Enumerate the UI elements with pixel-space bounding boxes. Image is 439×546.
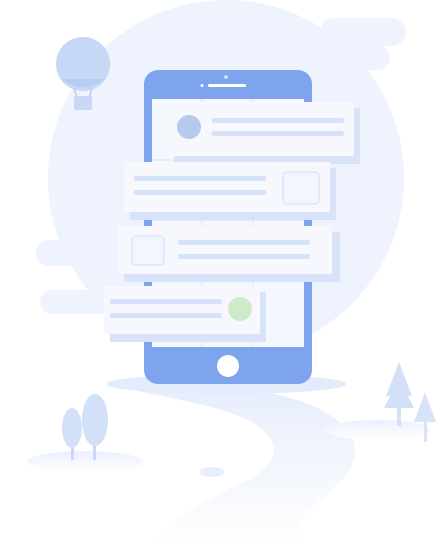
phone-home-button: [217, 355, 239, 377]
list-card-avatar: [168, 102, 360, 164]
list-card-checkbox-left: [118, 226, 340, 282]
empty-state-illustration: [0, 0, 439, 546]
cloud-top-right: [320, 18, 406, 70]
ground-mound-left: [27, 451, 143, 473]
phone-speaker: [208, 84, 246, 87]
ground-mound-right: [326, 420, 430, 440]
tree-pine-large: [384, 362, 414, 426]
list-card-checkbox-right: [124, 162, 336, 220]
phone-camera: [224, 75, 228, 79]
avatar-green-icon: [228, 297, 252, 321]
checkbox-icon: [131, 235, 165, 266]
winding-road: [120, 385, 356, 546]
ground-bump-small: [200, 467, 224, 477]
list-card-avatar-green: [104, 286, 266, 342]
tree-round-large: [82, 394, 108, 460]
checkbox-icon: [282, 171, 320, 205]
avatar-blue-icon: [177, 115, 201, 139]
